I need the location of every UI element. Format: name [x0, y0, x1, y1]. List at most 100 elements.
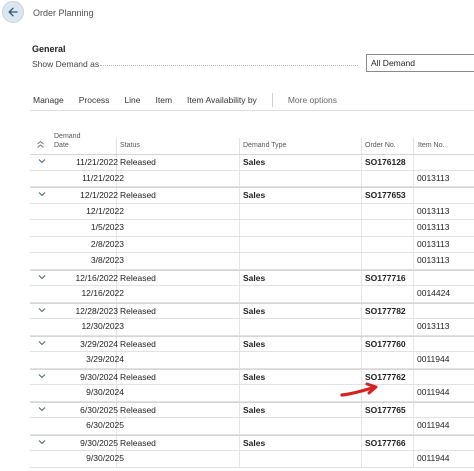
order-no-cell[interactable]: SO177765: [365, 405, 406, 415]
item-no-cell[interactable]: 0013113: [417, 239, 449, 249]
column-divider: [413, 369, 414, 384]
demand-line-row[interactable]: 2/8/2023 0013113: [30, 236, 474, 253]
demand-line-row[interactable]: 12/1/2022 0013113: [30, 203, 474, 220]
general-section-title: General: [32, 44, 66, 54]
demand-date-cell: 9/30/2024: [86, 387, 124, 397]
demand-line-row[interactable]: 9/30/2025 0011944: [30, 451, 474, 468]
demand-date-cell: 11/21/2022: [82, 172, 124, 183]
column-divider: [361, 236, 362, 252]
demand-line-row[interactable]: 3/29/2024 0011944: [30, 352, 474, 369]
column-divider: [413, 170, 414, 186]
status-cell: Released: [120, 157, 156, 167]
order-no-cell[interactable]: SO177766: [365, 438, 406, 448]
column-divider: [361, 270, 362, 285]
demand-line-row[interactable]: 3/8/2023 0013113: [30, 253, 474, 270]
back-button[interactable]: [2, 1, 24, 23]
item-no-cell[interactable]: 0013113: [417, 222, 449, 232]
chevron-down-icon[interactable]: [38, 339, 46, 349]
demand-date-cell: 3/8/2023: [90, 255, 124, 265]
column-header-demand-type[interactable]: Demand Type: [243, 142, 286, 149]
item-no-cell[interactable]: 0011944: [417, 387, 449, 397]
order-row[interactable]: 9/30/2025 Released Sales SO177766: [30, 434, 474, 451]
chevron-down-icon[interactable]: [38, 405, 46, 415]
show-demand-label: Show Demand as: [32, 59, 100, 69]
chevron-down-icon[interactable]: [38, 157, 46, 167]
column-divider: [239, 385, 240, 401]
action-line[interactable]: Line: [124, 95, 140, 105]
order-no-cell[interactable]: SO177782: [365, 306, 406, 316]
column-divider: [413, 418, 414, 434]
order-no-cell[interactable]: SO177760: [365, 339, 406, 349]
demand-type-cell: Sales: [243, 305, 266, 316]
order-planning-grid: Demand Date Status Demand Type Order No.…: [30, 120, 474, 468]
column-header-item-no[interactable]: Item No.: [418, 142, 444, 149]
action-item[interactable]: Item: [156, 95, 173, 105]
column-header-demand-date[interactable]: Demand Date: [54, 132, 94, 150]
item-no-cell[interactable]: 0011944: [417, 420, 449, 430]
item-no-cell[interactable]: 0011944: [417, 354, 449, 364]
status-cell: Released: [120, 190, 156, 200]
order-row[interactable]: 9/30/2024 Released Sales SO177762: [30, 368, 474, 385]
column-divider: [361, 253, 362, 269]
order-row[interactable]: 11/21/2022 Released Sales SO176128: [30, 154, 474, 171]
order-row[interactable]: 12/16/2022 Released Sales SO177716: [30, 269, 474, 286]
demand-line-row[interactable]: 1/5/2023 0013113: [30, 220, 474, 237]
column-divider: [239, 138, 240, 154]
order-no-cell[interactable]: SO177653: [365, 190, 406, 200]
grid-header: Demand Date Status Demand Type Order No.…: [30, 120, 474, 154]
order-row[interactable]: 6/30/2025 Released Sales SO177765: [30, 401, 474, 418]
column-divider: [239, 203, 240, 219]
demand-type-cell: Sales: [243, 338, 266, 349]
order-row[interactable]: 12/28/2023 Released Sales SO177782: [30, 302, 474, 319]
action-item-availability[interactable]: Item Availability by: [187, 95, 257, 105]
column-divider: [413, 303, 414, 318]
demand-line-row[interactable]: 6/30/2025 0011944: [30, 418, 474, 435]
demand-date-cell: 12/28/2023: [75, 305, 118, 316]
item-no-cell[interactable]: 0013113: [417, 321, 449, 331]
demand-line-row[interactable]: 12/30/2023 0013113: [30, 319, 474, 336]
chevron-down-icon[interactable]: [38, 306, 46, 316]
chevron-down-icon[interactable]: [38, 372, 46, 382]
column-header-status[interactable]: Status: [120, 142, 140, 149]
page-title: Order Planning: [33, 8, 94, 18]
column-divider: [239, 336, 240, 351]
item-no-cell[interactable]: 0013113: [417, 206, 449, 216]
action-process[interactable]: Process: [79, 95, 110, 105]
show-demand-select[interactable]: All Demand: [366, 54, 474, 72]
sort-up-icon[interactable]: [36, 140, 45, 151]
item-no-cell[interactable]: 0011944: [417, 453, 449, 463]
chevron-down-icon[interactable]: [38, 438, 46, 448]
demand-date-cell: 11/21/2022: [76, 157, 118, 167]
status-cell: Released: [120, 305, 156, 316]
column-header-order-no[interactable]: Order No.: [365, 142, 396, 149]
column-divider: [413, 138, 414, 154]
demand-line-row[interactable]: 12/16/2022 0014424: [30, 286, 474, 303]
demand-type-cell: Sales: [243, 437, 266, 448]
demand-date-cell: 3/29/2024: [80, 338, 118, 349]
column-divider: [361, 188, 362, 203]
item-no-cell[interactable]: 0014424: [417, 288, 450, 298]
order-no-cell[interactable]: SO176128: [365, 157, 406, 167]
action-more-options[interactable]: More options: [288, 95, 337, 105]
annotation-arrow: [340, 382, 378, 397]
action-manage[interactable]: Manage: [33, 95, 64, 105]
column-divider: [239, 188, 240, 203]
action-bar: Manage Process Line Item Item Availabili…: [33, 93, 352, 107]
chevron-down-icon[interactable]: [38, 273, 46, 283]
column-divider: [361, 418, 362, 434]
column-divider: [413, 220, 414, 236]
order-row[interactable]: 12/1/2022 Released Sales SO177653: [30, 187, 474, 204]
order-row[interactable]: 3/29/2024 Released Sales SO177760: [30, 335, 474, 352]
item-no-cell[interactable]: 0013113: [417, 173, 449, 183]
column-divider: [361, 138, 362, 154]
order-no-cell[interactable]: SO177716: [365, 273, 406, 283]
column-divider: [239, 402, 240, 417]
order-no-cell[interactable]: SO177762: [365, 372, 406, 382]
demand-line-row[interactable]: 11/21/2022 0013113: [30, 170, 474, 187]
chevron-down-icon[interactable]: [38, 190, 46, 200]
column-divider: [361, 435, 362, 450]
column-divider: [239, 253, 240, 269]
demand-line-row[interactable]: 9/30/2024 0011944: [30, 385, 474, 402]
item-no-cell[interactable]: 0013113: [417, 255, 449, 265]
column-divider: [239, 303, 240, 318]
